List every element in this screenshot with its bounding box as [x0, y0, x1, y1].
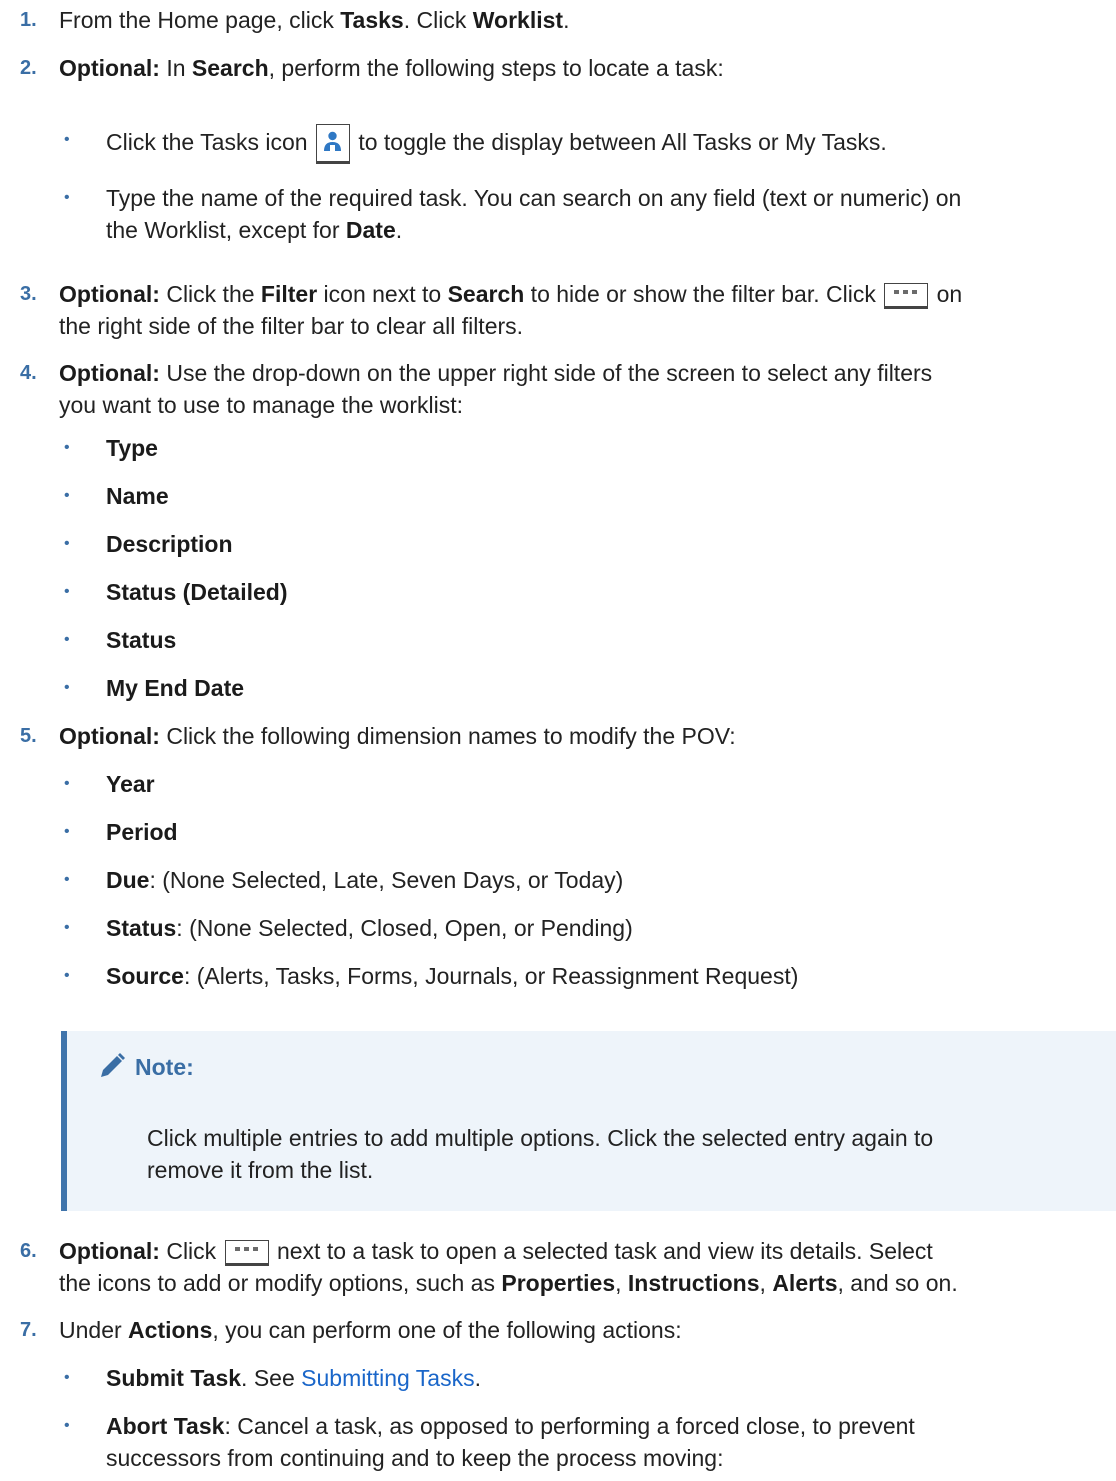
bullet: • [64, 679, 70, 696]
step-text: From the Home page, click Tasks. Click W… [59, 7, 570, 33]
step-number: 6. [20, 1240, 37, 1262]
bullet: • [64, 131, 70, 148]
step-number: 1. [20, 9, 37, 31]
bullet: • [64, 919, 70, 936]
document-page: 1. From the Home page, click Tasks. Clic… [0, 0, 1116, 1481]
bullet: • [64, 439, 70, 456]
pencil-icon [101, 1053, 125, 1077]
step-text: Optional: In Search, perform the followi… [59, 55, 724, 81]
step-text: Optional: Click the Filter icon next to … [59, 281, 963, 339]
bullet: • [64, 871, 70, 888]
step-number: 2. [20, 57, 37, 79]
bullet: • [64, 967, 70, 984]
clear-filters-button[interactable] [884, 283, 929, 309]
more-dots-icon [234, 1247, 258, 1251]
user-badge-icon [316, 125, 348, 160]
bullet: • [64, 823, 70, 840]
note-heading: Note: [97, 1051, 194, 1081]
step-text: Optional: Click next to a task to open a… [59, 1238, 958, 1296]
note-box: Note: Click multiple entries to add mult… [61, 1031, 1116, 1211]
more-dots-icon [894, 290, 918, 294]
step-text: Optional: Use the drop-down on the upper… [59, 360, 933, 418]
bullet: • [64, 189, 70, 206]
bullet: • [64, 487, 70, 504]
step-number: 5. [20, 725, 37, 747]
bullet: • [64, 583, 70, 600]
step-text: Under Actions, you can perform one of th… [59, 1317, 682, 1343]
bullet: • [64, 1417, 70, 1434]
step-text: Optional: Click the following dimension … [59, 723, 736, 749]
bullet: • [64, 631, 70, 648]
bullet: • [64, 535, 70, 552]
bullet: • [64, 775, 70, 792]
tasks-toggle-icon[interactable] [315, 124, 350, 164]
step-number: 4. [20, 362, 37, 384]
bullet: • [64, 1369, 70, 1386]
note-text: Click multiple entries to add multiple o… [147, 1125, 934, 1183]
step-number: 3. [20, 283, 37, 305]
open-task-button[interactable] [224, 1240, 269, 1266]
submitting-tasks-link[interactable]: Submitting Tasks [301, 1365, 474, 1391]
step-number: 7. [20, 1319, 37, 1341]
